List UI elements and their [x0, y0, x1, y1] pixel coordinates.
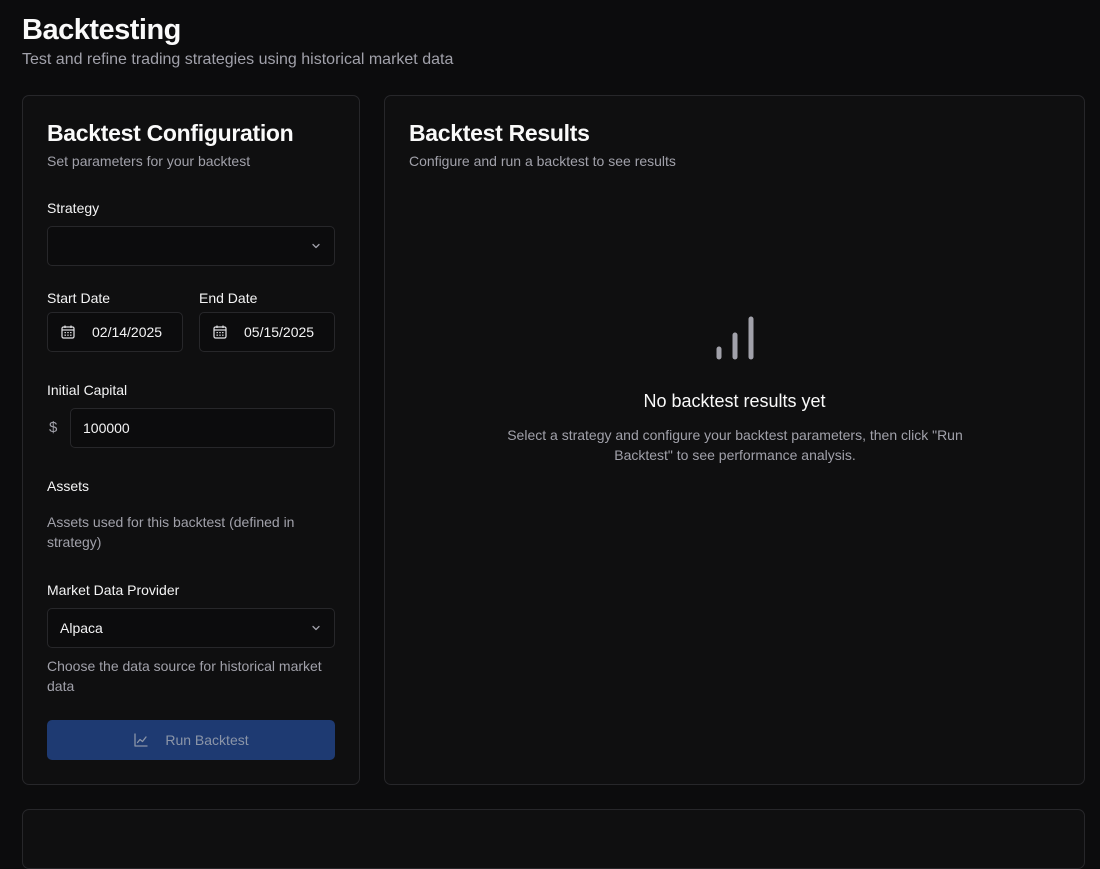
- assets-helper-text: Assets used for this backtest (defined i…: [47, 514, 295, 550]
- empty-state-title: No backtest results yet: [643, 391, 826, 411]
- run-backtest-button[interactable]: Run Backtest: [47, 720, 335, 760]
- backtest-configuration-card: Backtest Configuration Set parameters fo…: [22, 95, 360, 785]
- dollar-sign: $: [49, 419, 58, 436]
- initial-capital-value: 100000: [83, 420, 130, 436]
- initial-capital-label: Initial Capital: [47, 382, 128, 398]
- provider-value: Alpaca: [60, 620, 103, 636]
- page-title: Backtesting: [22, 14, 181, 46]
- market-data-provider-select[interactable]: Alpaca: [47, 608, 335, 648]
- start-date-label: Start Date: [47, 290, 111, 306]
- chevron-down-icon: [312, 625, 320, 631]
- bottom-card: [22, 809, 1085, 869]
- calendar-icon: [213, 325, 227, 339]
- end-date-label: End Date: [199, 290, 258, 306]
- strategy-select[interactable]: [47, 226, 335, 266]
- strategy-label: Strategy: [47, 200, 100, 216]
- config-title: Backtest Configuration: [47, 120, 294, 146]
- calendar-icon: [61, 325, 75, 339]
- run-backtest-label: Run Backtest: [165, 732, 249, 748]
- provider-helper-text: Choose the data source for historical ma…: [47, 658, 322, 694]
- initial-capital-input[interactable]: 100000: [70, 408, 335, 448]
- assets-label: Assets: [47, 478, 90, 494]
- page-header: Backtesting Test and refine trading stra…: [22, 12, 453, 70]
- config-description: Set parameters for your backtest: [47, 153, 251, 169]
- chevron-down-icon: [312, 243, 320, 249]
- backtest-results-card: Backtest Results Configure and run a bac…: [384, 95, 1085, 785]
- line-chart-icon: [134, 733, 149, 747]
- empty-state-description: Select a strategy and configure your bac…: [507, 427, 963, 463]
- end-date-picker[interactable]: 05/15/2025: [199, 312, 335, 352]
- start-date-picker[interactable]: 02/14/2025: [47, 312, 183, 352]
- start-date-value: 02/14/2025: [92, 324, 163, 340]
- provider-label: Market Data Provider: [47, 582, 180, 598]
- bar-signal-icon: [716, 316, 754, 360]
- end-date-value: 05/15/2025: [244, 324, 315, 340]
- empty-state: No backtest results yet Select a strateg…: [385, 96, 1084, 784]
- page-subtitle: Test and refine trading strategies using…: [22, 51, 454, 68]
